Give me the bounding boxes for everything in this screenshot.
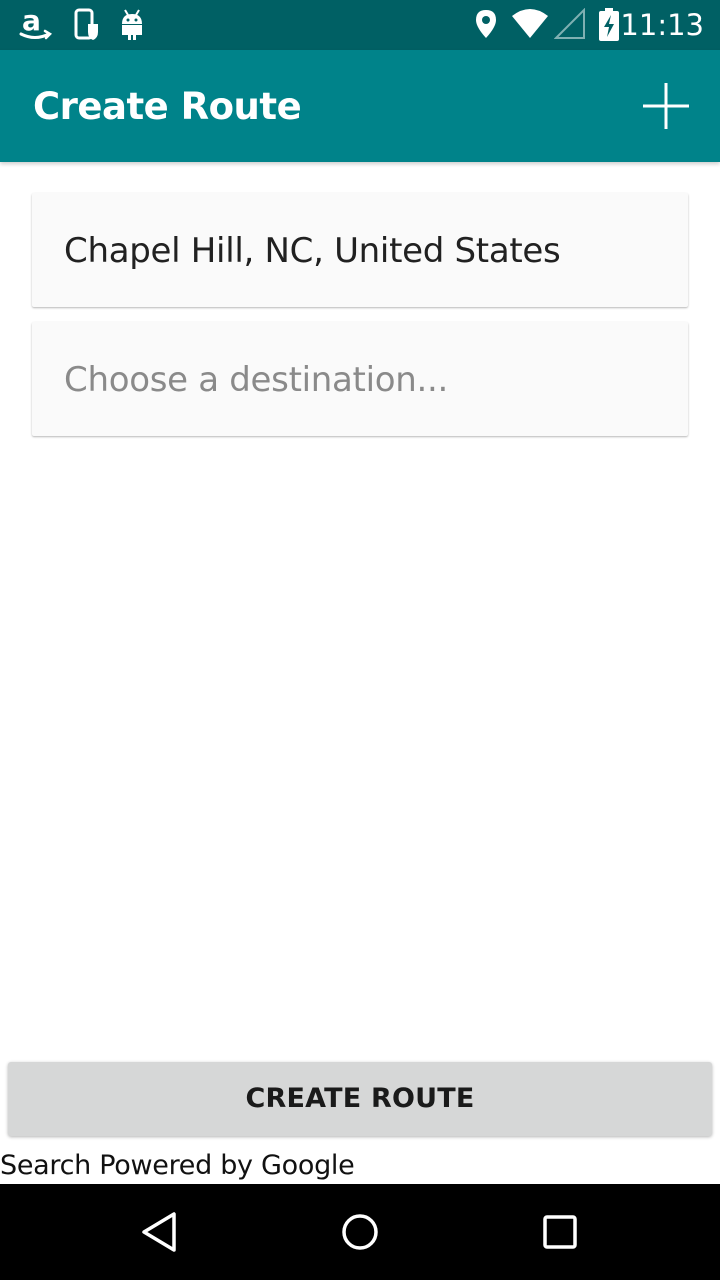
back-icon — [142, 1212, 176, 1252]
back-button[interactable] — [136, 1208, 184, 1256]
origin-value: Chapel Hill, NC, United States — [64, 231, 561, 271]
amazon-icon: a — [19, 8, 53, 40]
battery-charging-icon — [599, 8, 619, 41]
add-button[interactable] — [640, 80, 692, 132]
plus-icon — [643, 83, 689, 129]
recents-button[interactable] — [536, 1208, 584, 1256]
status-time: 11:13 — [620, 8, 704, 42]
signal-icon — [554, 8, 585, 39]
home-icon — [342, 1214, 378, 1250]
create-route-button[interactable]: CREATE ROUTE — [8, 1062, 712, 1136]
page-title: Create Route — [33, 85, 302, 128]
app-bar: Create Route — [0, 50, 720, 162]
svg-text:a: a — [22, 8, 41, 37]
phone-shield-icon — [74, 8, 98, 40]
home-button[interactable] — [336, 1208, 384, 1256]
destination-field[interactable]: Choose a destination... — [32, 322, 688, 436]
destination-placeholder: Choose a destination... — [64, 360, 449, 400]
wifi-icon — [512, 9, 548, 38]
origin-field[interactable]: Chapel Hill, NC, United States — [32, 193, 688, 307]
status-bar: a 11:13 — [0, 0, 720, 50]
google-attribution: Search Powered by Google — [0, 1150, 355, 1181]
android-icon — [122, 9, 142, 40]
navigation-bar — [0, 1184, 720, 1280]
location-icon — [476, 10, 496, 38]
create-route-label: CREATE ROUTE — [245, 1083, 475, 1114]
recents-icon — [543, 1215, 577, 1249]
